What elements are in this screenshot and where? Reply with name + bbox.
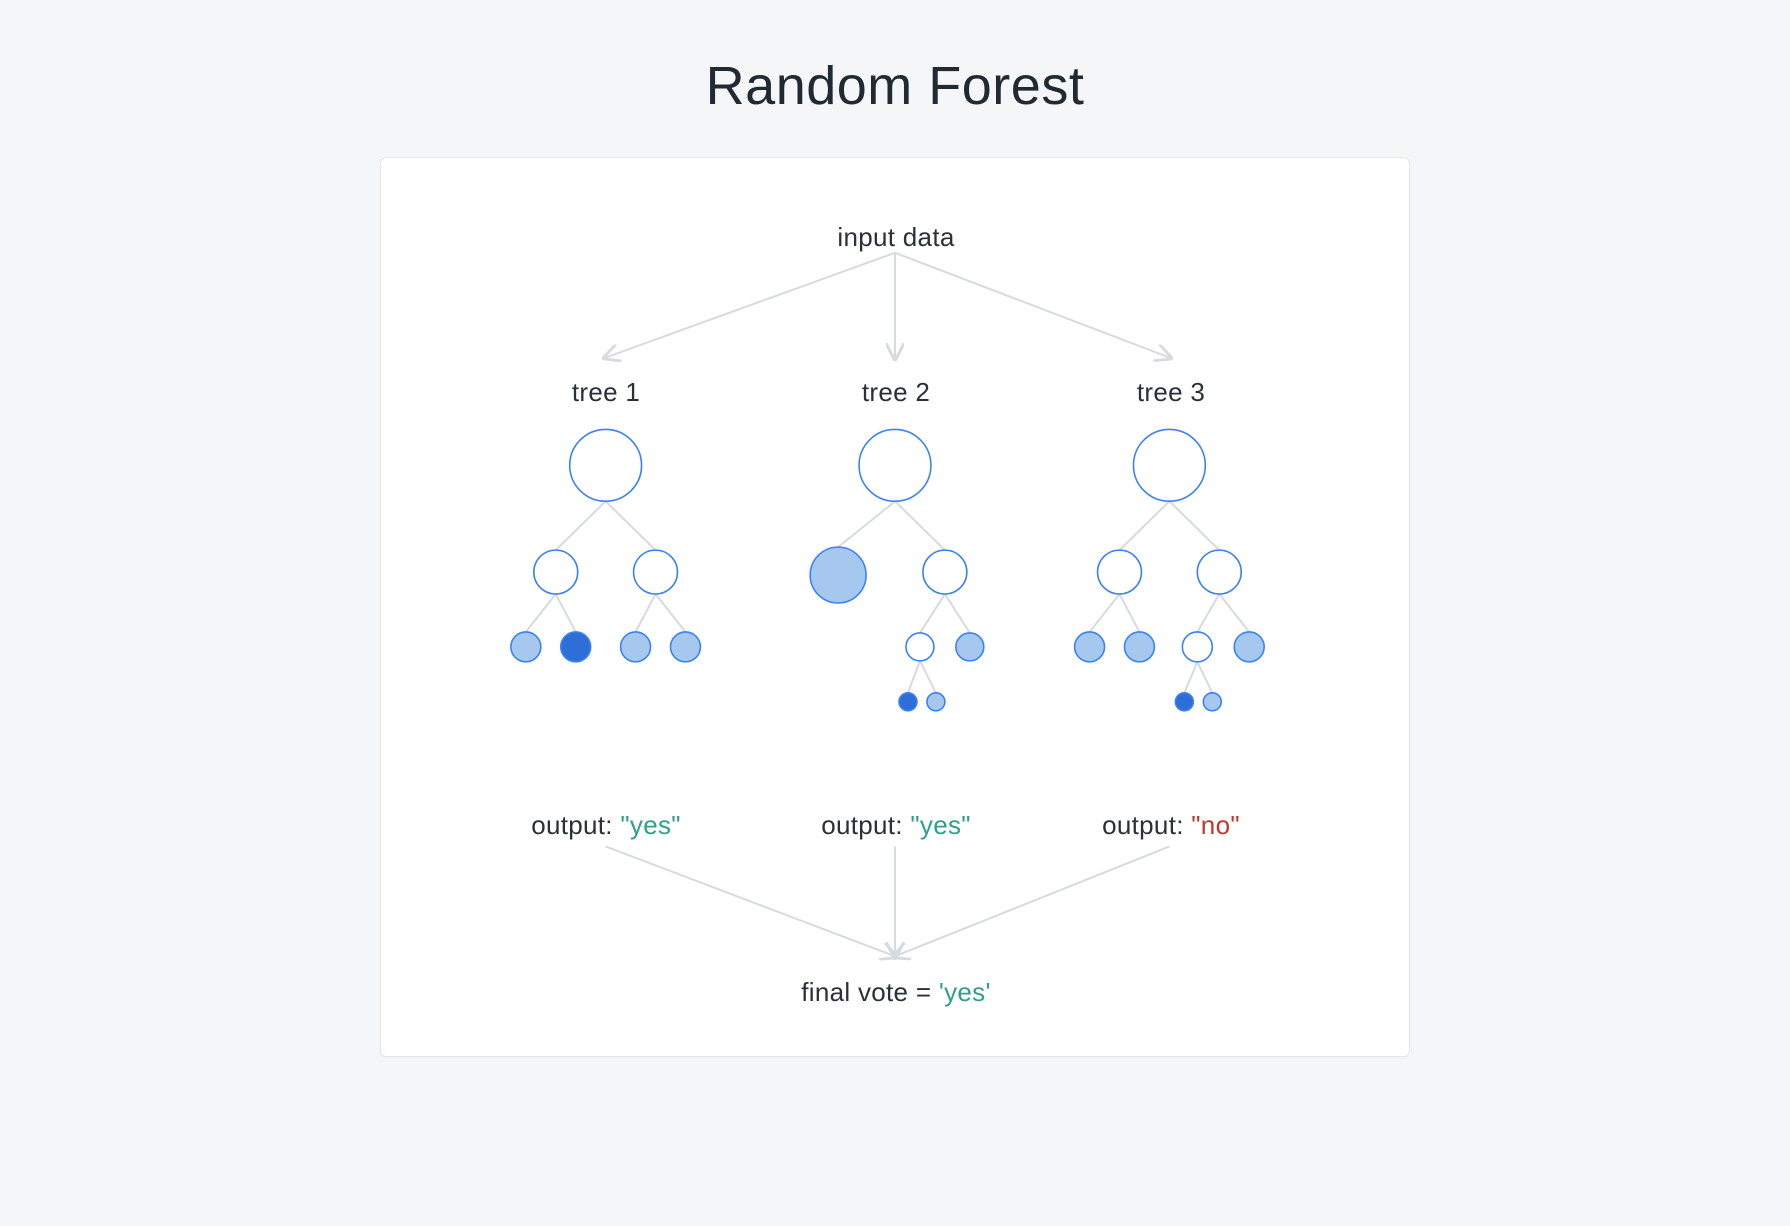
forest-svg: [381, 158, 1409, 1056]
output-label-3: output: "no": [1102, 810, 1240, 841]
diagram-title: Random Forest: [706, 55, 1085, 117]
input-label: input data: [837, 222, 954, 253]
output-label-2: output: "yes": [821, 810, 971, 841]
tree-label-1: tree 1: [572, 377, 640, 408]
tree-label-3: tree 3: [1137, 377, 1205, 408]
tree-label-2: tree 2: [862, 377, 930, 408]
diagram-panel: input data tree 1 output: "yes" tree 2 outpu…: [380, 157, 1410, 1057]
final-label: final vote = 'yes': [801, 977, 991, 1008]
output-label-1: output: "yes": [531, 810, 681, 841]
